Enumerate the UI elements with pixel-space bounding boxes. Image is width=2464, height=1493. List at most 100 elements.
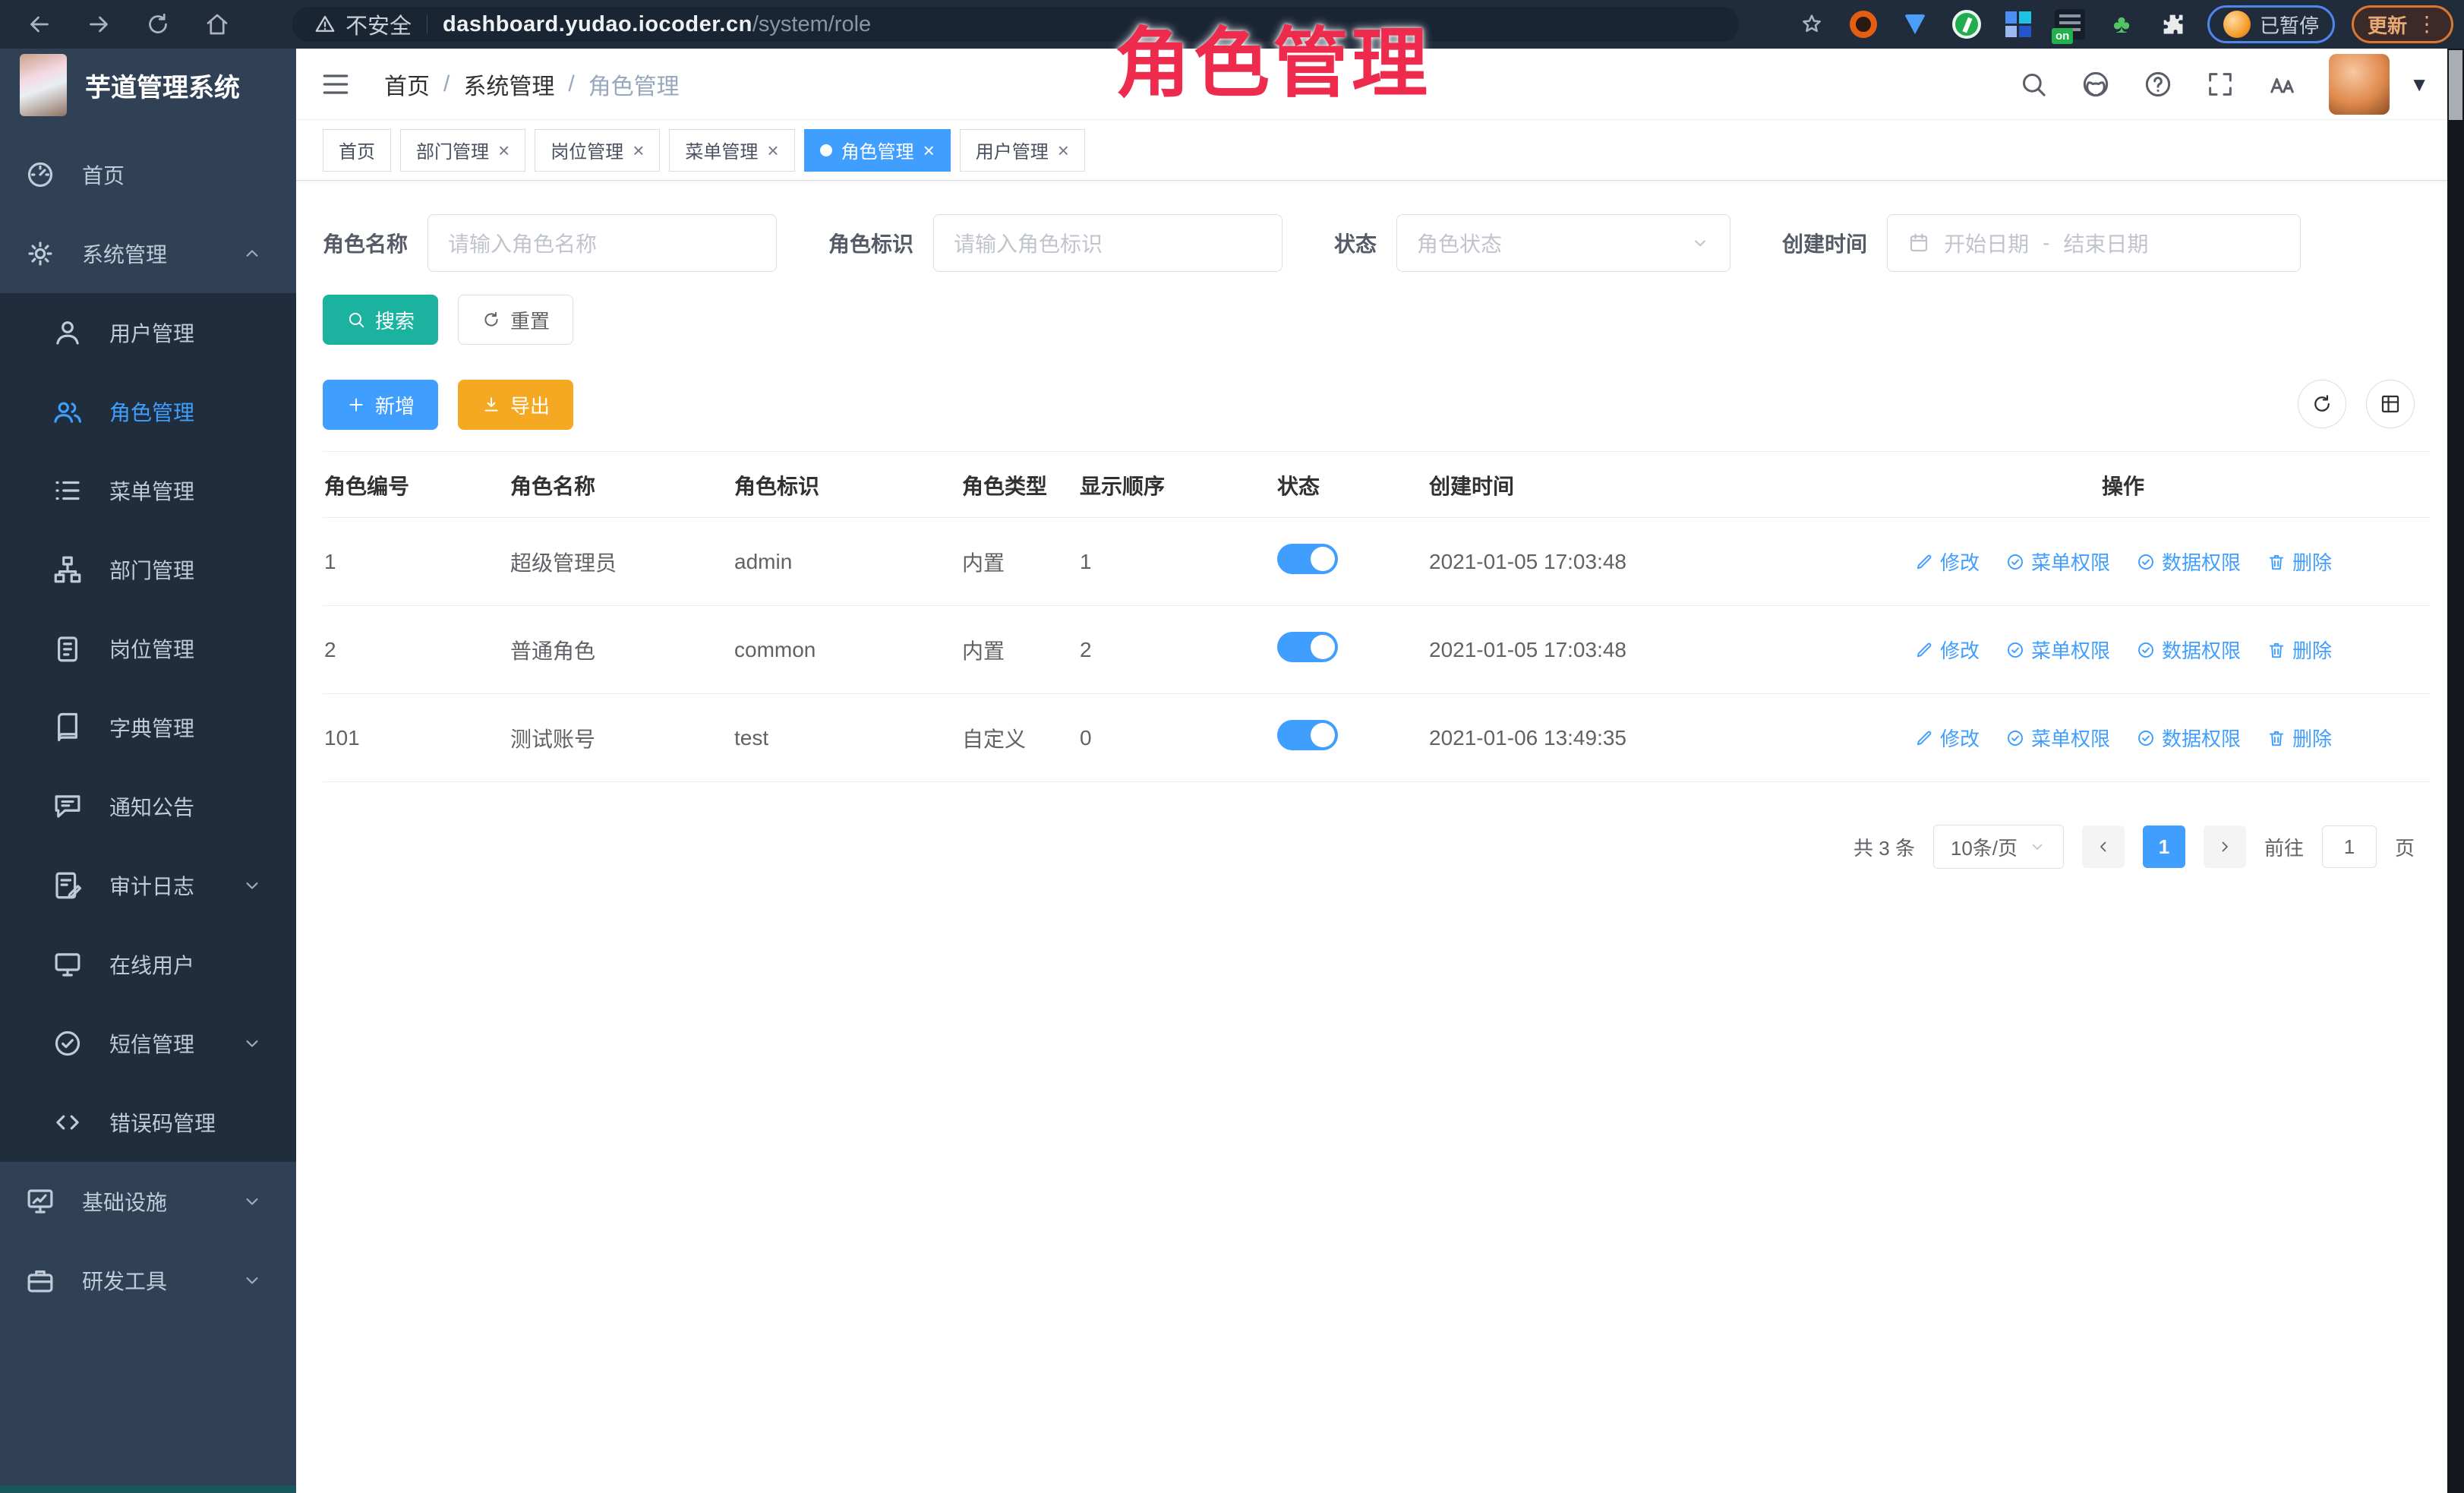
extensions-puzzle-icon[interactable]: [2156, 7, 2191, 42]
action-delete[interactable]: 删除: [2267, 548, 2332, 576]
tab-首页[interactable]: 首页: [323, 129, 391, 172]
action-data-perm[interactable]: 数据权限: [2136, 548, 2241, 576]
status-toggle[interactable]: [1277, 544, 1338, 574]
sidebar-item-label: 首页: [82, 159, 125, 190]
extension-target-icon[interactable]: [1846, 7, 1881, 42]
tab-label: 首页: [339, 137, 375, 163]
profile-paused-pill[interactable]: 已暂停: [2207, 5, 2335, 43]
sidebar-item-errcode[interactable]: 错误码管理: [0, 1083, 296, 1162]
fullscreen-icon[interactable]: [2204, 68, 2236, 100]
status-toggle[interactable]: [1277, 720, 1338, 750]
prev-page-button[interactable]: [2082, 825, 2125, 868]
close-icon[interactable]: ×: [633, 140, 644, 160]
action-edit[interactable]: 修改: [1914, 636, 1980, 664]
column-header: 角色标识: [733, 452, 961, 518]
sidebar-item-audit[interactable]: 审计日志: [0, 846, 296, 925]
extension-drop-icon[interactable]: [1898, 7, 1932, 42]
action-menu-perm[interactable]: 菜单权限: [2005, 724, 2110, 752]
home-icon[interactable]: [199, 6, 235, 43]
sidebar-item-label: 短信管理: [109, 1028, 194, 1059]
action-menu-perm[interactable]: 菜单权限: [2005, 636, 2110, 664]
url-path: /system/role: [752, 12, 871, 37]
breadcrumb-item[interactable]: 首页: [384, 68, 430, 101]
user-avatar[interactable]: [2329, 54, 2390, 115]
sidebar-item-label: 研发工具: [82, 1265, 167, 1296]
browser-actions: on ♣ 已暂停 更新 ⋮: [1794, 0, 2453, 49]
role-name-input[interactable]: 请输入角色名称: [427, 214, 777, 272]
close-icon[interactable]: ×: [1058, 140, 1069, 160]
refresh-table-button[interactable]: [2298, 380, 2346, 428]
chevron-right-icon: [2216, 838, 2234, 856]
kebab-menu-icon[interactable]: ⋮: [2416, 18, 2437, 31]
extension-grid-icon[interactable]: [2001, 7, 2036, 42]
sidebar-item-devtool[interactable]: 研发工具: [0, 1241, 296, 1320]
scrollbar-thumb[interactable]: [2449, 50, 2462, 120]
extension-sprout-icon[interactable]: ♣: [2104, 7, 2139, 42]
app-logo[interactable]: 芋道管理系统: [0, 49, 296, 122]
search-button[interactable]: 搜索: [323, 295, 438, 345]
back-icon[interactable]: [21, 6, 58, 43]
reload-icon[interactable]: [140, 6, 176, 43]
column-settings-button[interactable]: [2366, 380, 2415, 428]
tab-菜单管理[interactable]: 菜单管理×: [669, 129, 794, 172]
tab-用户管理[interactable]: 用户管理×: [960, 129, 1085, 172]
help-icon[interactable]: [2142, 68, 2174, 100]
close-icon[interactable]: ×: [498, 140, 510, 160]
table-cell: test: [733, 694, 961, 782]
sidebar-item-infra[interactable]: 基础设施: [0, 1162, 296, 1241]
page-scrollbar[interactable]: [2447, 49, 2464, 1493]
sidebar-item-post[interactable]: 岗位管理: [0, 609, 296, 688]
action-delete[interactable]: 删除: [2267, 724, 2332, 752]
reset-button[interactable]: 重置: [458, 295, 573, 345]
sidebar-item-menu[interactable]: 菜单管理: [0, 451, 296, 530]
page-size-select[interactable]: 10条/页: [1933, 825, 2064, 869]
status-toggle[interactable]: [1277, 632, 1338, 662]
action-edit[interactable]: 修改: [1914, 548, 1980, 576]
filter-create-time: 创建时间 开始日期 - 结束日期: [1782, 214, 2301, 272]
action-menu-perm[interactable]: 菜单权限: [2005, 548, 2110, 576]
sidebar-item-system[interactable]: 系统管理: [0, 214, 296, 293]
status-label: 状态: [1334, 228, 1377, 258]
goto-page-input[interactable]: 1: [2322, 825, 2377, 868]
date-range-input[interactable]: 开始日期 - 结束日期: [1887, 214, 2301, 272]
column-header: 显示顺序: [1078, 452, 1276, 518]
sidebar-item-user[interactable]: 用户管理: [0, 293, 296, 372]
status-select[interactable]: 角色状态: [1396, 214, 1730, 272]
github-icon[interactable]: [2080, 68, 2112, 100]
circle-check-icon: [2136, 728, 2156, 748]
hamburger-icon[interactable]: [319, 68, 352, 101]
font-size-icon[interactable]: [2267, 68, 2298, 100]
add-button[interactable]: 新增: [323, 380, 438, 430]
address-bar[interactable]: 不安全 dashboard.yudao.iocoder.cn /system/r…: [292, 7, 1739, 42]
close-icon[interactable]: ×: [767, 140, 778, 160]
sidebar-item-online[interactable]: 在线用户: [0, 925, 296, 1004]
sidebar-item-dept[interactable]: 部门管理: [0, 530, 296, 609]
search-icon[interactable]: [2018, 68, 2049, 100]
bookmark-star-icon[interactable]: [1794, 7, 1829, 42]
caret-down-icon[interactable]: ▼: [2409, 73, 2429, 96]
forward-icon[interactable]: [80, 6, 117, 43]
tab-部门管理[interactable]: 部门管理×: [400, 129, 525, 172]
action-data-perm[interactable]: 数据权限: [2136, 724, 2241, 752]
sidebar-item-role[interactable]: 角色管理: [0, 372, 296, 451]
sidebar-item-dict[interactable]: 字典管理: [0, 688, 296, 767]
tab-岗位管理[interactable]: 岗位管理×: [535, 129, 660, 172]
tab-角色管理[interactable]: 角色管理×: [804, 129, 951, 172]
sidebar-item-notice[interactable]: 通知公告: [0, 767, 296, 846]
close-icon[interactable]: ×: [923, 140, 935, 160]
column-header: 状态: [1276, 452, 1428, 518]
next-page-button[interactable]: [2204, 825, 2246, 868]
export-button[interactable]: 导出: [458, 380, 573, 430]
sidebar-item-sms[interactable]: 短信管理: [0, 1004, 296, 1083]
extension-circle-icon[interactable]: [1949, 7, 1984, 42]
action-delete[interactable]: 删除: [2267, 636, 2332, 664]
sidebar-item-home[interactable]: 首页: [0, 135, 296, 214]
extension-panel-icon[interactable]: on: [2052, 7, 2087, 42]
header-icons: ▼: [2018, 49, 2429, 120]
action-data-perm[interactable]: 数据权限: [2136, 636, 2241, 664]
action-edit[interactable]: 修改: [1914, 724, 1980, 752]
update-pill[interactable]: 更新 ⋮: [2352, 5, 2453, 43]
page-number-button[interactable]: 1: [2143, 825, 2185, 868]
role-code-input[interactable]: 请输入角色标识: [933, 214, 1282, 272]
breadcrumb-item[interactable]: 系统管理: [463, 68, 554, 101]
